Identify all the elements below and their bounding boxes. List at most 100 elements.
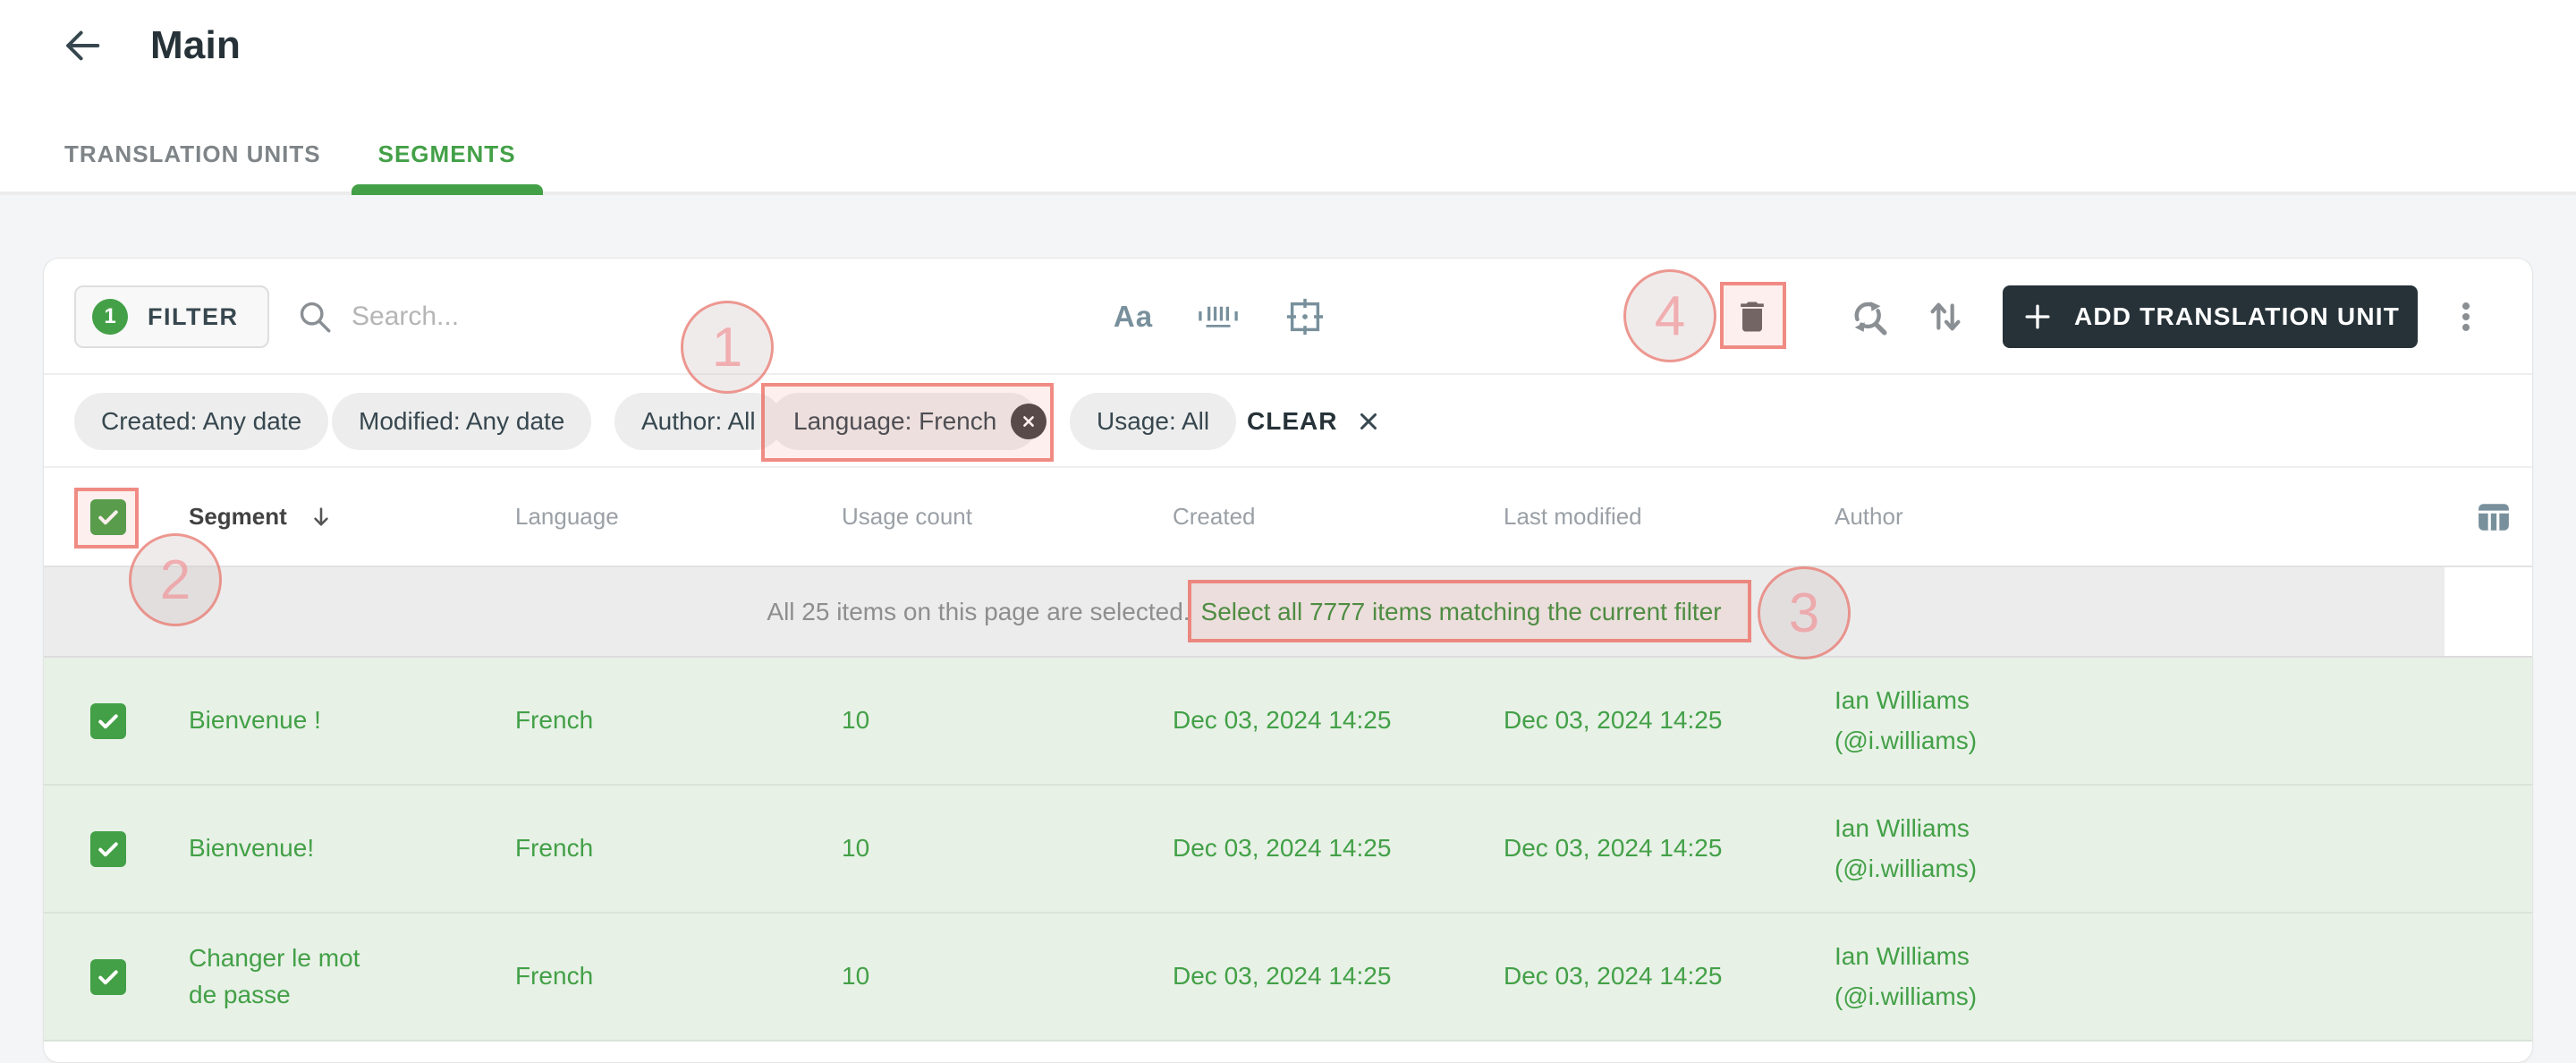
row-checkbox[interactable] xyxy=(90,702,126,739)
chip-usage-label: Usage: All xyxy=(1097,407,1210,435)
table-row[interactable]: Bienvenue ! French 10 Dec 03, 2024 14:25… xyxy=(44,658,2532,786)
chip-author-label: Author: All xyxy=(641,407,756,435)
match-case-button[interactable]: Aa xyxy=(1108,285,1158,348)
add-translation-unit-label: ADD TRANSLATION UNIT xyxy=(2073,302,2401,330)
row-checkbox-cell xyxy=(44,702,142,739)
column-header-segment[interactable]: Segment xyxy=(142,503,469,531)
regex-frame-icon xyxy=(1286,298,1324,336)
column-settings-cell xyxy=(2405,500,2532,534)
filter-count-badge: 1 xyxy=(92,299,128,335)
check-icon xyxy=(98,713,118,728)
cell-segment: Bienvenue! xyxy=(189,834,315,863)
selection-banner-text: All 25 items on this page are selected. xyxy=(767,597,1191,625)
search-replace-icon xyxy=(1854,302,1887,336)
table-row[interactable]: Bienvenue! French 10 Dec 03, 2024 14:25 … xyxy=(44,786,2532,914)
top-bar: Main TRANSLATION UNITS SEGMENTS xyxy=(0,0,2576,195)
delete-selected-button[interactable] xyxy=(1729,285,1775,348)
close-icon xyxy=(1023,416,1035,427)
column-header-segment-label: Segment xyxy=(189,503,287,530)
select-all-checkbox[interactable] xyxy=(90,498,126,535)
title-row: Main xyxy=(61,23,241,68)
column-header-usage-count[interactable]: Usage count xyxy=(795,503,1126,531)
cell-segment: Bienvenue ! xyxy=(189,706,321,735)
search-icon xyxy=(300,302,331,333)
row-checkbox-cell xyxy=(44,830,142,867)
sort-descending-icon xyxy=(314,506,328,525)
columns-settings-icon[interactable] xyxy=(2477,500,2511,534)
chip-language[interactable]: Language: French xyxy=(770,393,1047,450)
filter-button-label: FILTER xyxy=(148,302,239,330)
chip-modified[interactable]: Modified: Any date xyxy=(332,393,592,450)
author-handle: (@i.williams) xyxy=(1835,854,1978,882)
column-header-author[interactable]: Author xyxy=(1788,503,2405,531)
chip-author[interactable]: Author: All xyxy=(614,393,783,450)
cell-language: French xyxy=(515,962,594,991)
author-name: Ian Williams xyxy=(1835,813,1970,842)
table-header-row: Segment Language Usage count Created Las… xyxy=(44,468,2532,567)
cell-last-modified: Dec 03, 2024 14:25 xyxy=(1504,706,1723,735)
tab-translation-units[interactable]: TRANSLATION UNITS xyxy=(64,140,321,191)
tab-translation-units-label: TRANSLATION UNITS xyxy=(64,140,321,167)
whole-word-button[interactable] xyxy=(1193,285,1243,348)
table-row[interactable]: Changer le mot de passe French 10 Dec 03… xyxy=(44,914,2532,1042)
search-field xyxy=(296,285,817,348)
author-name: Ian Williams xyxy=(1835,941,1970,970)
check-icon xyxy=(98,841,118,856)
selection-banner: All 25 items on this page are selected. … xyxy=(44,567,2532,658)
selection-banner-main: All 25 items on this page are selected. … xyxy=(44,567,2445,656)
column-header-last-modified[interactable]: Last modified xyxy=(1457,503,1788,531)
cell-usage-count: 10 xyxy=(842,706,870,735)
sort-button[interactable] xyxy=(1920,285,1970,348)
kebab-menu-icon xyxy=(2462,302,2470,331)
cell-segment: Changer le mot de passe xyxy=(189,943,360,1008)
select-all-cell xyxy=(44,498,142,535)
tab-segments-label: SEGMENTS xyxy=(377,140,516,167)
regex-frame-button[interactable] xyxy=(1280,285,1330,348)
row-checkbox[interactable] xyxy=(90,830,126,867)
whole-word-icon xyxy=(1199,306,1238,327)
select-all-matching-link[interactable]: Select all 7777 items matching the curre… xyxy=(1201,598,1722,626)
chip-language-remove-button[interactable] xyxy=(1011,404,1047,439)
selection-banner-side xyxy=(2445,567,2532,656)
active-tab-underline xyxy=(351,184,543,195)
search-replace-button[interactable] xyxy=(1843,285,1894,348)
check-icon xyxy=(98,969,118,984)
more-options-button[interactable] xyxy=(2441,285,2491,348)
tab-bar: TRANSLATION UNITS SEGMENTS xyxy=(64,140,543,195)
chip-language-label: Language: French xyxy=(793,407,997,435)
row-checkbox[interactable] xyxy=(90,958,126,995)
cell-author: Ian Williams (@i.williams) xyxy=(1788,937,2405,1017)
column-header-language[interactable]: Language xyxy=(469,503,795,531)
screen: Main TRANSLATION UNITS SEGMENTS 1 FILTER xyxy=(0,0,2576,1063)
clear-filters-label: CLEAR xyxy=(1247,407,1338,435)
filter-button[interactable]: 1 FILTER xyxy=(74,285,269,348)
cell-language: French xyxy=(515,834,594,863)
cell-last-modified: Dec 03, 2024 14:25 xyxy=(1504,834,1723,863)
back-button[interactable] xyxy=(61,24,104,67)
cell-usage-count: 10 xyxy=(842,962,870,991)
tab-segments[interactable]: SEGMENTS xyxy=(351,140,543,195)
cell-usage-count: 10 xyxy=(842,834,870,863)
trash-icon xyxy=(1741,302,1764,332)
arrow-left-icon xyxy=(66,30,100,61)
chip-created[interactable]: Created: Any date xyxy=(74,393,329,450)
clear-filters-button[interactable]: CLEAR xyxy=(1247,393,1382,450)
cell-author: Ian Williams (@i.williams) xyxy=(1788,681,2405,761)
chip-modified-label: Modified: Any date xyxy=(359,407,565,435)
search-input[interactable] xyxy=(352,302,817,332)
cell-created: Dec 03, 2024 14:25 xyxy=(1173,834,1392,863)
author-handle: (@i.williams) xyxy=(1835,982,1978,1010)
chip-created-label: Created: Any date xyxy=(101,407,302,435)
toolbar: 1 FILTER Aa xyxy=(44,259,2532,375)
check-icon xyxy=(98,509,118,524)
cell-author: Ian Williams (@i.williams) xyxy=(1788,809,2405,889)
cell-created: Dec 03, 2024 14:25 xyxy=(1173,706,1392,735)
add-translation-unit-button[interactable]: ADD TRANSLATION UNIT xyxy=(2003,285,2418,348)
chip-usage[interactable]: Usage: All xyxy=(1070,393,1237,450)
sort-arrows-icon xyxy=(1930,302,1961,331)
cell-last-modified: Dec 03, 2024 14:25 xyxy=(1504,962,1723,991)
cell-created: Dec 03, 2024 14:25 xyxy=(1173,962,1392,991)
column-header-created[interactable]: Created xyxy=(1126,503,1457,531)
segments-card: 1 FILTER Aa xyxy=(43,258,2533,1063)
page-title: Main xyxy=(150,23,242,67)
